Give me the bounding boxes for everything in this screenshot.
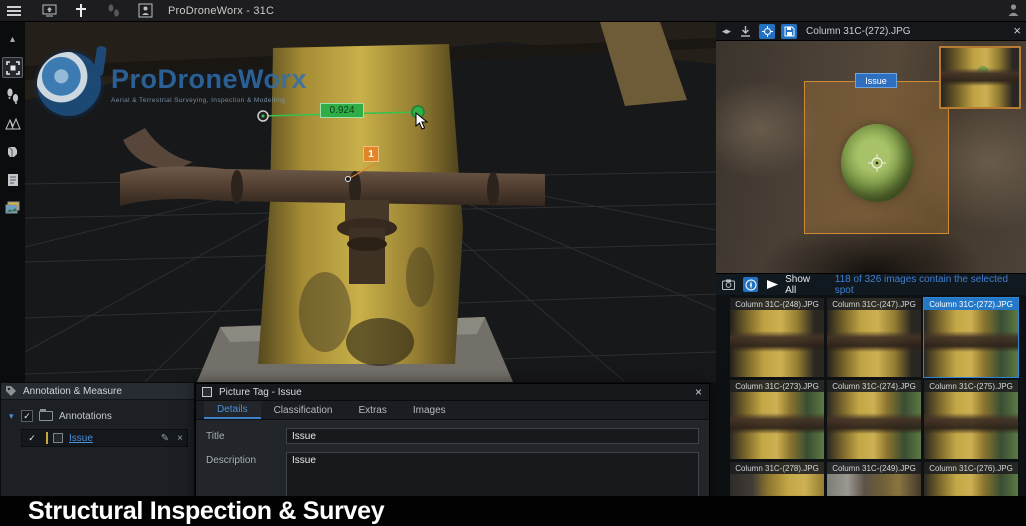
thumbnail-grid: Column 31C-(248).JPG Column 31C-(247).JP… bbox=[716, 295, 1026, 526]
picture-tag-type-icon bbox=[53, 433, 63, 443]
title-input[interactable] bbox=[286, 428, 699, 444]
collapse-panel-icon[interactable]: ◂▸ bbox=[722, 26, 731, 37]
object-model-icon[interactable] bbox=[2, 141, 23, 162]
photo-detail-view[interactable]: Issue bbox=[716, 41, 1026, 273]
locate-spot-icon[interactable] bbox=[759, 24, 775, 39]
tab-extras[interactable]: Extras bbox=[346, 401, 400, 419]
tab-details[interactable]: Details bbox=[204, 401, 261, 419]
mouse-cursor bbox=[415, 112, 428, 135]
dialog-header[interactable]: Picture Tag - Issue × bbox=[196, 384, 709, 401]
download-icon[interactable] bbox=[737, 24, 753, 39]
thumbnail-column-31c-275[interactable]: Column 31C-(275).JPG bbox=[924, 380, 1018, 459]
issue-link[interactable]: Issue bbox=[69, 433, 93, 444]
walkthrough-icon[interactable] bbox=[100, 2, 126, 20]
app-title: ProDroneWorx - 31C bbox=[168, 5, 274, 17]
prodroneworx-logo: ProDroneWorx Aerial & Terrestrial Survey… bbox=[37, 52, 307, 116]
photo-toolbar: Show All 118 of 326 images contain the s… bbox=[716, 273, 1026, 295]
caption-strip: Structural Inspection & Survey bbox=[0, 496, 1026, 526]
delete-icon[interactable]: × bbox=[177, 433, 183, 444]
thumbnail-column-31c-248[interactable]: Column 31C-(248).JPG bbox=[730, 298, 824, 377]
photos-icon[interactable] bbox=[2, 197, 23, 218]
logo-name: ProDroneWorx bbox=[111, 64, 307, 95]
report-icon[interactable] bbox=[2, 169, 23, 190]
cameras-icon[interactable] bbox=[721, 277, 737, 292]
photo-title: Column 31C-(272).JPG bbox=[806, 26, 910, 37]
save-view-icon[interactable] bbox=[781, 24, 797, 39]
close-icon[interactable]: × bbox=[1013, 23, 1021, 38]
picture-tag-marker[interactable]: 1 bbox=[363, 146, 379, 162]
annotations-group-label: Annotations bbox=[59, 411, 112, 422]
logo-mark-icon bbox=[37, 52, 101, 116]
menu-icon[interactable] bbox=[0, 0, 30, 22]
collapse-up-icon[interactable]: ▴ bbox=[2, 29, 23, 50]
show-all-button[interactable]: Show All bbox=[785, 274, 823, 296]
mesh-model-icon[interactable] bbox=[2, 113, 23, 134]
thumbnail-column-31c-273[interactable]: Column 31C-(273).JPG bbox=[730, 380, 824, 459]
dialog-tabs: Details Classification Extras Images bbox=[196, 401, 709, 420]
drone-icon[interactable] bbox=[68, 2, 94, 20]
user-box-icon[interactable] bbox=[132, 2, 158, 20]
tree-expand-icon[interactable]: ▾ bbox=[9, 411, 21, 422]
screen-share-icon[interactable] bbox=[36, 2, 62, 20]
footprints-icon[interactable] bbox=[2, 85, 23, 106]
photo-panel: ◂▸ Column 31C-(272).JPG × Issue bbox=[716, 22, 1026, 526]
photo-panel-header: ◂▸ Column 31C-(272).JPG × bbox=[716, 22, 1026, 41]
spot-crosshair-icon bbox=[868, 154, 886, 177]
picture-tag-icon bbox=[202, 387, 212, 397]
top-bar: ProDroneWorx - 31C bbox=[0, 0, 1026, 22]
issue-tag-chip[interactable]: Issue bbox=[855, 73, 897, 88]
folder-icon bbox=[39, 411, 53, 421]
dialog-title: Picture Tag - Issue bbox=[219, 387, 302, 398]
tab-classification[interactable]: Classification bbox=[261, 401, 346, 419]
measurement-value-badge[interactable]: 0.924 bbox=[320, 103, 364, 118]
title-label: Title bbox=[206, 428, 286, 444]
spot-filter-icon[interactable] bbox=[743, 277, 759, 292]
issue-color-bar bbox=[46, 432, 48, 444]
edit-icon[interactable]: ✎ bbox=[161, 433, 169, 444]
photo-navigator-thumbnail[interactable] bbox=[939, 46, 1021, 109]
thumbnail-column-31c-247[interactable]: Column 31C-(247).JPG bbox=[827, 298, 921, 377]
issue-checkbox[interactable]: ✓ bbox=[26, 432, 38, 444]
flag-icon[interactable] bbox=[764, 277, 780, 292]
thumbnail-column-31c-274[interactable]: Column 31C-(274).JPG bbox=[827, 380, 921, 459]
annotation-panel-header: Annotation & Measure bbox=[1, 383, 194, 400]
pan-select-icon[interactable] bbox=[2, 57, 23, 78]
issue-region-box[interactable] bbox=[804, 81, 949, 234]
thumbnail-column-31c-272[interactable]: Column 31C-(272).JPG bbox=[924, 298, 1018, 377]
caption-text: Structural Inspection & Survey bbox=[28, 497, 384, 526]
annotations-group-row[interactable]: ▾ ✓ Annotations bbox=[1, 407, 194, 425]
viewport-3d[interactable]: ProDroneWorx Aerial & Terrestrial Survey… bbox=[25, 22, 716, 382]
annotation-panel-title: Annotation & Measure bbox=[23, 386, 122, 397]
tab-images[interactable]: Images bbox=[400, 401, 459, 419]
issue-annotation-row[interactable]: ✓ Issue ✎ × bbox=[21, 429, 188, 447]
dialog-close-icon[interactable]: × bbox=[695, 385, 702, 399]
app-window: ProDroneWorx - 31C ▴ bbox=[0, 0, 1026, 526]
left-tool-rail: ▴ bbox=[0, 22, 25, 382]
logo-tagline: Aerial & Terrestrial Surveying, Inspecti… bbox=[111, 97, 307, 104]
tag-icon bbox=[5, 385, 17, 397]
user-icon[interactable] bbox=[1007, 3, 1020, 22]
annotations-checkbox[interactable]: ✓ bbox=[21, 410, 33, 422]
match-count-text: 118 of 326 images contain the selected s… bbox=[835, 274, 1026, 296]
